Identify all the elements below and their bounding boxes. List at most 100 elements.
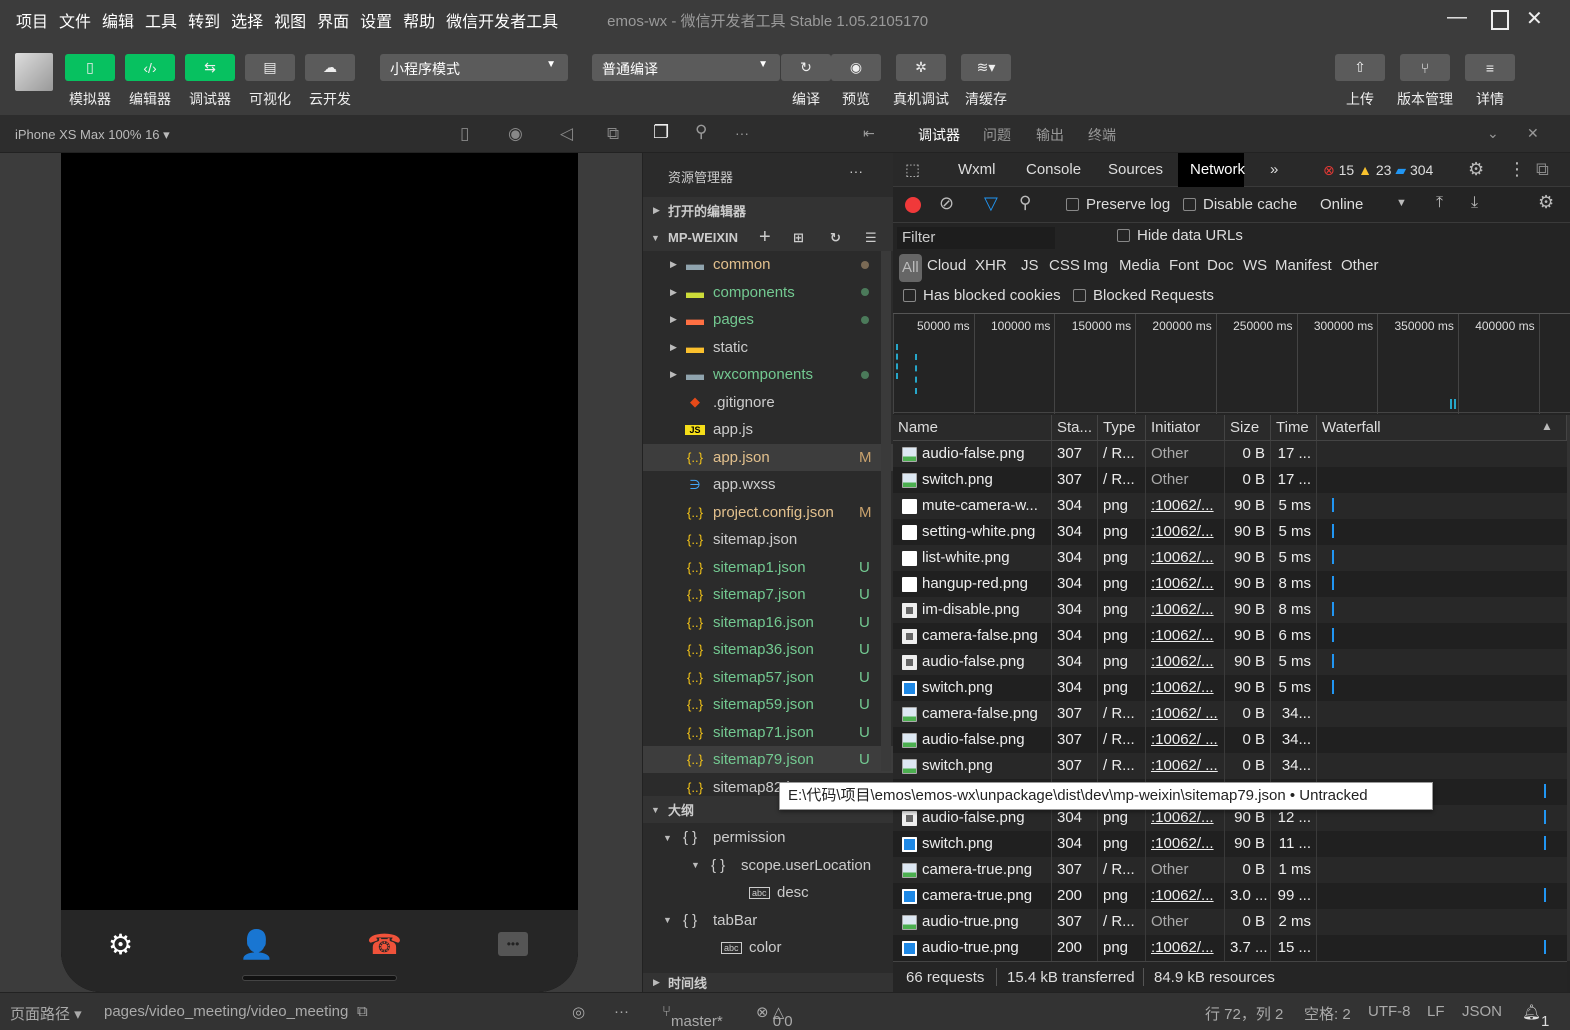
table-row[interactable]: switch.png 307/ R...:10062/ ... 0 B 34... [893, 753, 1567, 779]
collapse-panel-icon[interactable]: ⇤ [863, 125, 875, 142]
cell-initiator[interactable]: :10062/... [1151, 519, 1225, 545]
collapse-all-icon[interactable]: ☰ [865, 230, 877, 246]
cell-initiator[interactable]: :10062/ ... [1151, 727, 1225, 753]
table-row[interactable]: camera-true.png 200 png:10062/... 3.0 ... 99… [893, 883, 1567, 909]
import-har-icon[interactable]: ⤒ [1436, 194, 1443, 212]
filter-input[interactable]: Filter [897, 227, 1055, 249]
hangup-icon[interactable]: ☎ [367, 928, 402, 961]
tree-item[interactable]: {..} sitemap57.json U [643, 664, 893, 691]
table-row[interactable]: switch.png 304 png:10062/... 90 B 11 ... [893, 831, 1567, 857]
bug-button[interactable]: ✲ [896, 54, 946, 81]
refresh-icon[interactable]: ↻ [830, 230, 841, 246]
tree-item[interactable]: ▶ ▬ components [643, 279, 893, 306]
tab-wxml[interactable]: Wxml [946, 153, 1008, 187]
sort-ascending-icon[interactable]: ▲ [1541, 419, 1553, 433]
initiator-link[interactable]: :10062/... [1151, 939, 1214, 956]
type-filter-js[interactable]: JS [1021, 257, 1039, 274]
tab-sources[interactable]: Sources [1096, 153, 1175, 187]
settings-icon[interactable]: ⚙ [1468, 159, 1484, 180]
network-overview[interactable]: 50000 ms 100000 ms 150000 ms 200000 ms 25000… [893, 313, 1570, 414]
type-filter-other[interactable]: Other [1341, 257, 1379, 274]
table-row[interactable]: audio-false.png 307/ R...:10062/ ... 0 B 34… [893, 727, 1567, 753]
tree-item[interactable]: {..} sitemap59.json U [643, 691, 893, 718]
cell-initiator[interactable]: :10062/ ... [1151, 753, 1225, 779]
files-icon[interactable]: ❐ [653, 122, 669, 143]
git-branch[interactable]: ⑂ master* [662, 1003, 723, 1030]
code-button[interactable]: ‹/› [125, 54, 175, 81]
tree-item[interactable]: ▶ ▬ pages [643, 306, 893, 333]
table-row[interactable]: camera-false.png 304 png:10062/... 90 B6 ms [893, 623, 1567, 649]
export-har-icon[interactable]: ⤓ [1471, 194, 1478, 212]
tree-item[interactable]: {..} project.config.json M [643, 499, 893, 526]
problems-count[interactable]: ⊗ 0 △ 0 [756, 1003, 793, 1030]
type-filter-img[interactable]: Img [1083, 257, 1108, 274]
menu-item[interactable]: 视图 [274, 8, 306, 32]
table-row[interactable]: setting-white.png 304 png:10062/... 90 B5 m… [893, 519, 1567, 545]
tab-output[interactable]: 输出 [1036, 125, 1064, 145]
initiator-link[interactable]: :10062/... [1151, 627, 1214, 644]
cell-initiator[interactable]: :10062/... [1151, 935, 1225, 961]
tab-console[interactable]: Console [1014, 153, 1093, 187]
upload-button[interactable]: ⇧ [1335, 54, 1385, 81]
cell-initiator[interactable]: :10062/... [1151, 649, 1225, 675]
tree-item[interactable]: {..} sitemap.json [643, 526, 893, 553]
close-icon[interactable]: ✕ [1527, 125, 1539, 142]
indentation[interactable]: 空格: 2 [1304, 1003, 1351, 1024]
outline-item[interactable]: ▼ { } permission [643, 824, 893, 851]
blocked-requests-checkbox[interactable]: Blocked Requests [1073, 287, 1214, 304]
initiator-link[interactable]: :10062/... [1151, 575, 1214, 592]
initiator-link[interactable]: :10062/... [1151, 887, 1214, 904]
encoding[interactable]: UTF-8 [1368, 1003, 1411, 1020]
cell-initiator[interactable]: :10062/... [1151, 597, 1225, 623]
tree-item[interactable]: JS app.js [643, 416, 893, 443]
timeline-section[interactable]: ▶ 时间线 [643, 973, 893, 992]
refresh-button[interactable]: ↻ [781, 54, 831, 81]
line-ending[interactable]: LF [1427, 1003, 1445, 1020]
new-file-icon[interactable]: + [759, 226, 771, 249]
cell-initiator[interactable]: :10062/ ... [1151, 701, 1225, 727]
menu-item[interactable]: 编辑 [102, 8, 134, 32]
table-row[interactable]: switch.png 307/ R... Other 0 B 17 ... [893, 467, 1567, 493]
phone-icon[interactable]: ▯ [460, 124, 469, 144]
undock-icon[interactable]: ⧉ [1536, 159, 1549, 180]
tree-item[interactable]: ∋ app.wxss [643, 471, 893, 498]
initiator-link[interactable]: :10062/... [1151, 549, 1214, 566]
throttle-select[interactable]: Online [1320, 196, 1363, 213]
chevron-down-icon[interactable]: ▼ [1396, 197, 1407, 209]
more-tabs-icon[interactable]: » [1258, 153, 1290, 187]
table-row[interactable]: audio-true.png 200 png:10062/... 3.7 ... 15 … [893, 935, 1567, 961]
inspect-element-icon[interactable]: ⬚ [905, 160, 920, 180]
menu-item[interactable]: 界面 [317, 8, 349, 32]
eye-button[interactable]: ◉ [831, 54, 881, 81]
initiator-link[interactable]: :10062/ ... [1151, 705, 1218, 722]
menu-item[interactable]: 设置 [360, 8, 392, 32]
layout-button[interactable]: ▤ [245, 54, 295, 81]
hide-data-urls-checkbox[interactable]: Hide data URLs [1117, 227, 1243, 244]
layers-button[interactable]: ≋▾ [961, 54, 1011, 81]
menu-item[interactable]: 选择 [231, 8, 263, 32]
tree-item[interactable]: {..} sitemap36.json U [643, 636, 893, 663]
mode-select[interactable]: 小程序模式 ▼ [380, 54, 568, 81]
column-header-status[interactable]: Sta... [1052, 415, 1098, 441]
debug-button[interactable]: ⇆ [185, 54, 235, 81]
gear-icon[interactable]: ⚙ [108, 928, 133, 961]
cloud-button[interactable]: ☁ [305, 54, 355, 81]
search-icon[interactable]: ⚲ [695, 122, 707, 142]
notifications-bell[interactable]: 🔔︎ 1 [1522, 1003, 1549, 1030]
tree-item[interactable]: {..} sitemap7.json U [643, 581, 893, 608]
record-button[interactable] [905, 197, 921, 213]
device-select[interactable]: iPhone XS Max 100% 16 ▾ [15, 127, 170, 143]
console-counts[interactable]: ⊗ 15 ▲ 23 ▰ 304 [1323, 162, 1433, 179]
preserve-log-checkbox[interactable]: Preserve log [1066, 196, 1170, 213]
record-icon[interactable]: ◉ [508, 124, 523, 144]
table-row[interactable]: audio-true.png 307/ R... Other 0 B2 ms [893, 909, 1567, 935]
column-header-size[interactable]: Size [1225, 415, 1271, 441]
type-filter-media[interactable]: Media [1119, 257, 1160, 274]
language-mode[interactable]: JSON [1462, 1003, 1502, 1020]
tree-item[interactable]: ▶ ▬ wxcomponents [643, 361, 893, 388]
outline-item[interactable]: abc desc [643, 879, 893, 906]
avatar[interactable] [15, 53, 53, 91]
page-path-label[interactable]: 页面路径 ▾ [10, 1003, 82, 1024]
menu-item[interactable]: 转到 [188, 8, 220, 32]
disable-cache-checkbox[interactable]: Disable cache [1183, 196, 1297, 213]
